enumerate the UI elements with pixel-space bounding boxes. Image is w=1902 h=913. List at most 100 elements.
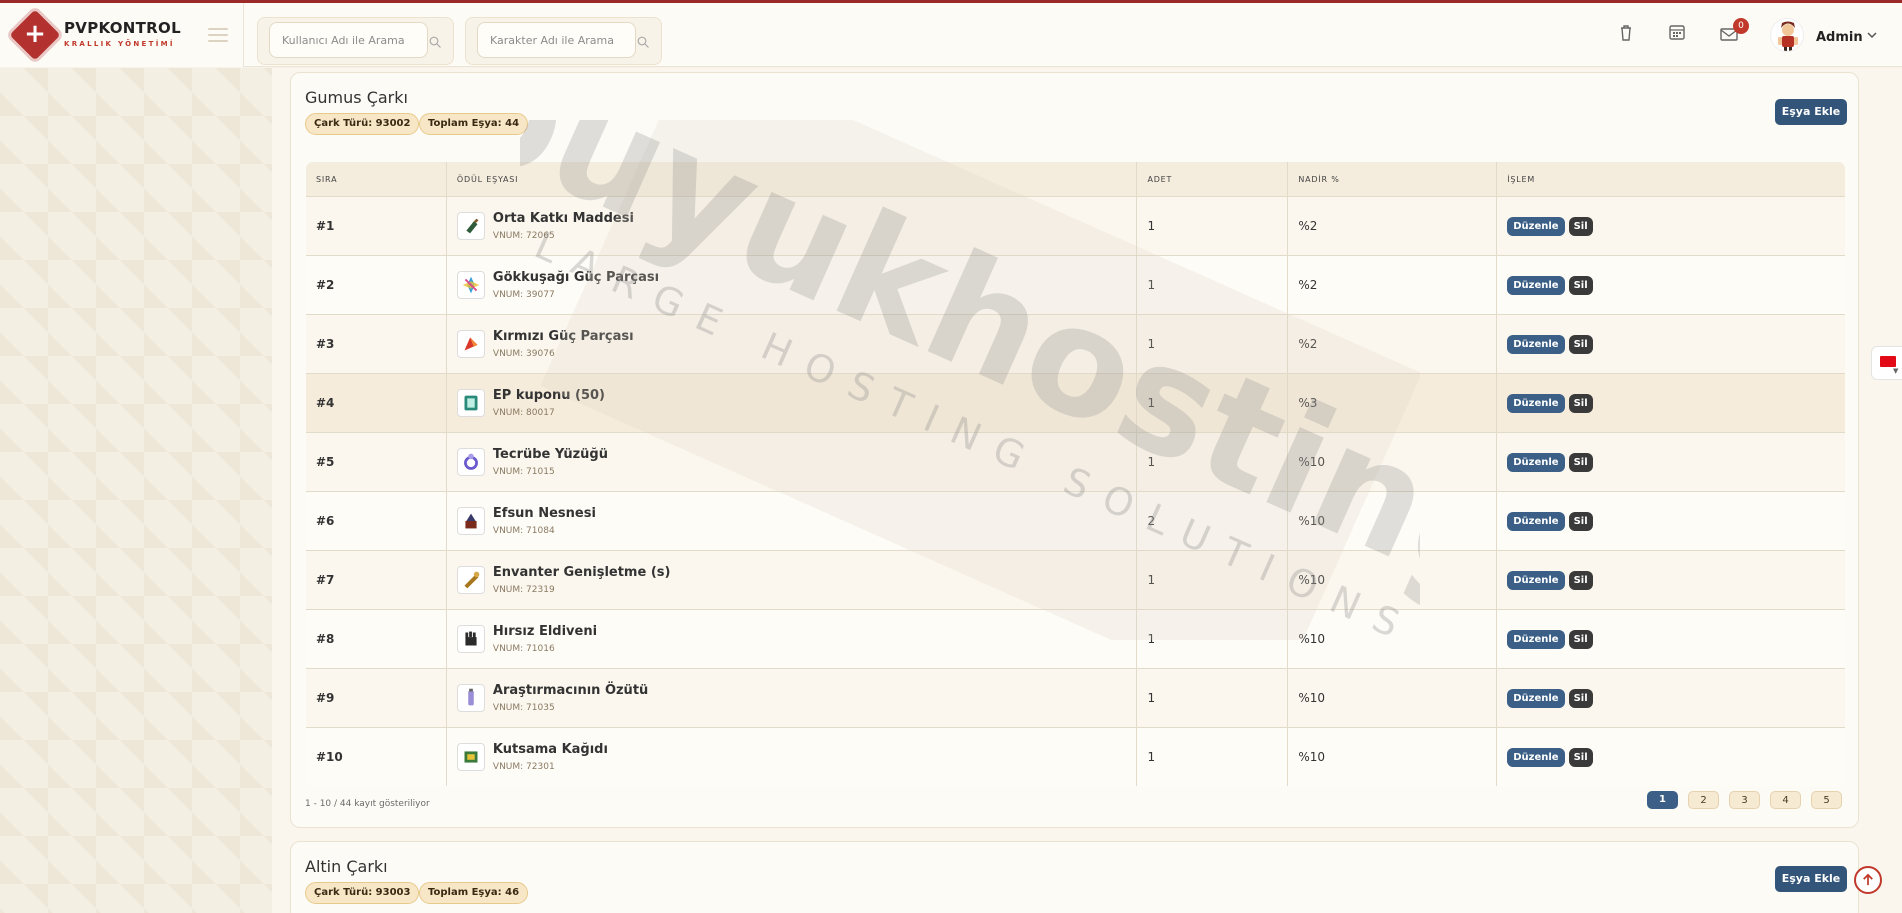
row-rare: %10	[1287, 609, 1498, 669]
ring-icon	[456, 448, 485, 476]
logo-plus-icon: +	[24, 19, 46, 49]
column-header-item[interactable]: ÖDÜL EŞYASI	[446, 162, 1138, 197]
delete-button[interactable]: Sil	[1568, 393, 1593, 413]
row-count: 1	[1136, 550, 1289, 610]
user-search-input[interactable]	[269, 22, 428, 58]
row-item: Orta Katkı Maddesi VNUM: 72065	[446, 196, 1138, 256]
row-count: 1	[1136, 727, 1289, 786]
item-vnum: VNUM: 71015	[492, 467, 555, 477]
row-count: 2	[1136, 491, 1289, 551]
avatar[interactable]	[1770, 18, 1804, 52]
mail-badge: 0	[1733, 18, 1749, 34]
edit-button[interactable]: Düzenle	[1507, 275, 1565, 295]
table-row: #9 Araştırmacının Özütü VNUM: 71035 1 %10…	[306, 668, 1845, 728]
row-actions: Düzenle Sil	[1496, 432, 1845, 492]
admin-name[interactable]: Admin	[1816, 30, 1863, 45]
delete-button[interactable]: Sil	[1568, 275, 1593, 295]
row-count: 1	[1136, 255, 1289, 315]
edit-button[interactable]: Düzenle	[1507, 629, 1565, 649]
chevron-down-icon[interactable]	[1866, 30, 1878, 40]
character-search-input[interactable]	[477, 22, 636, 58]
page-button-3[interactable]: 3	[1729, 791, 1760, 809]
add-item-button[interactable]: Eşya Ekle	[1775, 99, 1847, 125]
trash-icon[interactable]	[1615, 22, 1637, 44]
item-name: Orta Katkı Maddesi	[492, 211, 634, 226]
row-actions: Düzenle Sil	[1496, 373, 1845, 433]
row-rare: %3	[1287, 373, 1498, 433]
item-vnum: VNUM: 71035	[492, 703, 555, 713]
edit-button[interactable]: Düzenle	[1507, 393, 1565, 413]
card-title: Altin Çarkı	[305, 857, 388, 876]
edit-button[interactable]: Düzenle	[1507, 570, 1565, 590]
red-shard-icon	[456, 330, 485, 358]
column-header-rare[interactable]: NADİR %	[1287, 162, 1498, 197]
rainbow-shard-icon	[456, 271, 485, 299]
table-row: #3 Kırmızı Güç Parçası VNUM: 39076 1 %2 D…	[306, 314, 1845, 374]
item-vnum: VNUM: 71016	[492, 644, 555, 654]
item-vnum: VNUM: 72319	[492, 585, 555, 595]
delete-button[interactable]: Sil	[1568, 570, 1593, 590]
add-item-button[interactable]: Eşya Ekle	[1775, 866, 1847, 892]
edit-button[interactable]: Düzenle	[1507, 452, 1565, 472]
coupon-icon	[456, 389, 485, 417]
row-count: 1	[1136, 609, 1289, 669]
item-vnum: VNUM: 71084	[492, 526, 555, 536]
language-selector[interactable]: ▼	[1871, 346, 1902, 380]
table-row: #1 Orta Katkı Maddesi VNUM: 72065 1 %2 Dü…	[306, 196, 1845, 256]
delete-button[interactable]: Sil	[1568, 216, 1593, 236]
edit-button[interactable]: Düzenle	[1507, 511, 1565, 531]
brand-area[interactable]: + PVPKONTROL KRALLIK YÖNETİMİ	[0, 3, 244, 67]
row-rare: %2	[1287, 255, 1498, 315]
chevron-down-icon: ▼	[1893, 367, 1899, 375]
item-name: Kırmızı Güç Parçası	[492, 329, 634, 344]
row-actions: Düzenle Sil	[1496, 727, 1845, 786]
page-button-1[interactable]: 1	[1647, 791, 1678, 809]
calendar-icon[interactable]	[1666, 21, 1688, 43]
row-actions: Düzenle Sil	[1496, 314, 1845, 374]
table-row: #5 Tecrübe Yüzüğü VNUM: 71015 1 %10 Düzen…	[306, 432, 1845, 492]
scroll-icon	[456, 566, 485, 594]
scroll-top-button[interactable]	[1854, 866, 1882, 894]
delete-button[interactable]: Sil	[1568, 334, 1593, 354]
wheel-card-silver: Gumus Çarkı Çark Türü: 93002 Toplam Eşya…	[290, 72, 1859, 828]
delete-button[interactable]: Sil	[1568, 747, 1593, 767]
reward-table: SIRA ÖDÜL EŞYASI ADET NADİR % İŞLEM #1 O…	[305, 161, 1846, 787]
row-rare: %10	[1287, 432, 1498, 492]
menu-toggle-icon[interactable]	[208, 28, 228, 42]
delete-button[interactable]: Sil	[1568, 511, 1593, 531]
search-icon[interactable]	[429, 36, 441, 48]
row-rare: %10	[1287, 668, 1498, 728]
potion-icon	[456, 212, 485, 240]
avatar-image	[1778, 21, 1798, 51]
item-name: Kutsama Kağıdı	[492, 742, 608, 757]
row-actions: Düzenle Sil	[1496, 196, 1845, 256]
wheel-type-pill: Çark Türü: 93002	[305, 113, 420, 135]
edit-button[interactable]: Düzenle	[1507, 688, 1565, 708]
item-name: Hırsız Eldiveni	[492, 624, 598, 639]
delete-button[interactable]: Sil	[1568, 629, 1593, 649]
row-item: Tecrübe Yüzüğü VNUM: 71015	[446, 432, 1138, 492]
edit-button[interactable]: Düzenle	[1507, 216, 1565, 236]
row-rank: #1	[306, 196, 447, 256]
column-header-count[interactable]: ADET	[1136, 162, 1289, 197]
page-button-2[interactable]: 2	[1688, 791, 1719, 809]
item-vnum: VNUM: 72065	[492, 231, 555, 241]
row-rare: %10	[1287, 550, 1498, 610]
row-item: Envanter Genişletme (s) VNUM: 72319	[446, 550, 1138, 610]
search-icon[interactable]	[637, 36, 649, 48]
edit-button[interactable]: Düzenle	[1507, 747, 1565, 767]
row-rank: #9	[306, 668, 447, 728]
item-name: Araştırmacının Özütü	[492, 683, 649, 698]
row-rank: #3	[306, 314, 447, 374]
table-row: #6 Efsun Nesnesi VNUM: 71084 2 %10 Düzenl…	[306, 491, 1845, 551]
row-item: Gökkuşağı Güç Parçası VNUM: 39077	[446, 255, 1138, 315]
row-count: 1	[1136, 314, 1289, 374]
delete-button[interactable]: Sil	[1568, 688, 1593, 708]
edit-button[interactable]: Düzenle	[1507, 334, 1565, 354]
page-button-4[interactable]: 4	[1770, 791, 1801, 809]
page-button-5[interactable]: 5	[1811, 791, 1842, 809]
delete-button[interactable]: Sil	[1568, 452, 1593, 472]
glove-icon	[456, 625, 485, 653]
column-header-rank[interactable]: SIRA	[306, 162, 447, 197]
brand-name: PVPKONTROL	[64, 19, 181, 37]
